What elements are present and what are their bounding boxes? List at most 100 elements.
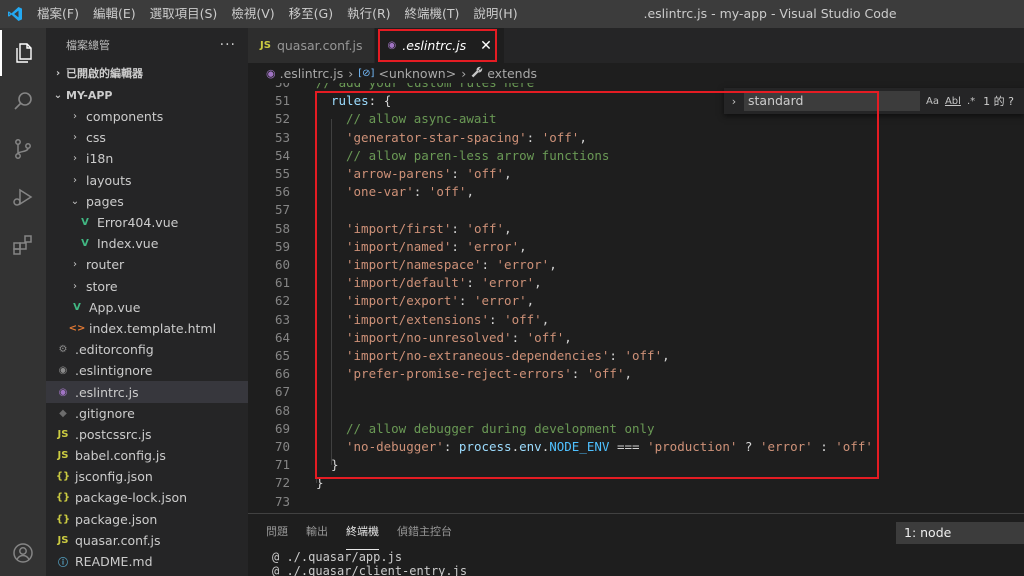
chevron-right-icon: ›	[73, 280, 77, 292]
line-number: 66	[274, 366, 290, 382]
tree-item[interactable]: › layouts	[46, 170, 248, 191]
menu-item[interactable]: 檔案(F)	[30, 0, 86, 28]
terminal-select[interactable]: 1: node	[896, 522, 1024, 544]
menu-item[interactable]: 編輯(E)	[86, 0, 143, 28]
terminal-line: @ ./.quasar/client-entry.js	[272, 564, 468, 576]
project-label: MY-APP	[66, 88, 113, 102]
run-debug-icon[interactable]	[0, 174, 46, 220]
code-line: 63 'import/extensions': 'off',	[248, 311, 1024, 329]
code-line: 57	[248, 201, 1024, 219]
tree-item[interactable]: › i18n	[46, 148, 248, 169]
panel-tab[interactable]: 終端機	[346, 514, 379, 550]
variable-icon: [⊘]	[358, 67, 375, 79]
tree-item[interactable]: <> index.template.html	[46, 318, 248, 339]
vscode-logo-icon[interactable]	[0, 0, 30, 28]
code-editor[interactable]: 50 // add your custom rules here 51 rules: …	[248, 83, 1024, 513]
menu-item[interactable]: 說明(H)	[466, 0, 524, 28]
tree-item[interactable]: › css	[46, 127, 248, 148]
explorer-icon[interactable]	[0, 30, 46, 76]
code-line: 65 'import/no-extraneous-dependencies': '…	[248, 347, 1024, 365]
tree-item[interactable]: JS .postcssrc.js	[46, 424, 248, 445]
use-regex-toggle[interactable]: .*	[967, 96, 975, 107]
line-number: 67	[274, 384, 290, 400]
breadcrumb-member[interactable]: extends	[487, 66, 537, 81]
find-input[interactable]: standard	[744, 91, 920, 111]
code-line: 72}	[248, 474, 1024, 492]
panel-tab[interactable]: 輸出	[306, 514, 328, 550]
menu-item[interactable]: 終端機(T)	[398, 0, 467, 28]
tree-item[interactable]: {} jsconfig.json	[46, 466, 248, 487]
close-tab-icon[interactable]: ✕	[480, 38, 492, 54]
match-whole-word-toggle[interactable]: Abl	[945, 96, 961, 107]
tree-item[interactable]: JS babel.config.js	[46, 445, 248, 466]
line-number: 69	[274, 420, 290, 436]
file-type-icon: JS	[57, 534, 69, 546]
tree-item[interactable]: V App.vue	[46, 297, 248, 318]
more-actions-icon[interactable]: ···	[220, 37, 236, 53]
tree-item[interactable]: › components	[46, 106, 248, 127]
tree-item[interactable]: ◉ .eslintignore	[46, 360, 248, 381]
tab-quasar-conf[interactable]: JS quasar.conf.js	[248, 28, 376, 63]
line-content: // allow async-await	[346, 111, 497, 127]
line-content: // add your custom rules here	[316, 83, 534, 92]
tree-item[interactable]: {} package.json	[46, 509, 248, 530]
line-content: 'arrow-parens': 'off',	[346, 166, 512, 181]
extensions-icon[interactable]	[0, 222, 46, 268]
tree-item[interactable]: ⓘ README.md	[46, 551, 248, 572]
line-number: 70	[274, 439, 290, 454]
breadcrumb-file[interactable]: .eslintrc.js	[280, 66, 344, 81]
search-icon[interactable]	[0, 78, 46, 124]
menu-item[interactable]: 檢視(V)	[224, 0, 281, 28]
line-content: 'one-var': 'off',	[346, 184, 474, 200]
line-content: 'generator-star-spacing': 'off',	[346, 129, 587, 145]
tree-item[interactable]: {} package-lock.json	[46, 487, 248, 508]
editor-tab-bar: JS quasar.conf.js ◉ .eslintrc.js ✕	[248, 28, 1024, 63]
code-line: 67	[248, 383, 1024, 401]
line-number: 53	[274, 129, 290, 145]
find-widget: › standard Aa Abl .* 1 的 ?	[724, 88, 1024, 114]
terminal-output[interactable]: @ ./.quasar/app.js @ ./.quasar/client-ent…	[248, 550, 1024, 576]
tree-item-label: router	[86, 257, 125, 273]
chevron-right-icon: ›	[73, 153, 77, 165]
code-line: 59 'import/named': 'error',	[248, 238, 1024, 256]
breadcrumb-symbol[interactable]: <unknown>	[378, 66, 456, 81]
file-type-icon: V	[73, 301, 81, 313]
panel-tab[interactable]: 問題	[266, 514, 288, 550]
tree-item[interactable]: V Index.vue	[46, 233, 248, 254]
account-icon[interactable]	[0, 530, 46, 576]
chevron-right-icon: ›	[73, 111, 77, 123]
file-type-icon: ◆	[59, 407, 67, 419]
tree-item[interactable]: ⚙ .editorconfig	[46, 339, 248, 360]
menu-item[interactable]: 移至(G)	[282, 0, 340, 28]
tree-item[interactable]: ◆ .gitignore	[46, 403, 248, 424]
file-type-icon: ◉	[58, 386, 68, 398]
line-content: 'import/namespace': 'error',	[346, 257, 557, 272]
code-line: 73	[248, 493, 1024, 511]
file-type-icon: {}	[55, 513, 71, 525]
match-case-toggle[interactable]: Aa	[926, 96, 939, 107]
menu-item[interactable]: 選取項目(S)	[143, 0, 225, 28]
panel-tab[interactable]: 偵錯主控台	[397, 514, 452, 550]
toggle-replace-icon[interactable]: ›	[724, 95, 744, 108]
code-line: 54 // allow paren-less arrow functions	[248, 147, 1024, 165]
find-match-count: 1 的 ?	[983, 95, 1014, 108]
tree-item[interactable]: ◉ .eslintrc.js	[46, 381, 248, 403]
tree-item-label: package.json	[75, 511, 158, 527]
menu-item[interactable]: 執行(R)	[340, 0, 397, 28]
tab-eslintrc[interactable]: ◉ .eslintrc.js ✕	[375, 28, 505, 63]
tree-item-label: Index.vue	[97, 236, 159, 252]
tree-item-label: .gitignore	[75, 405, 135, 421]
line-number: 61	[274, 275, 290, 291]
tree-item[interactable]: V Error404.vue	[46, 212, 248, 233]
js-file-icon: JS	[260, 40, 271, 51]
project-section[interactable]: ⌄ MY-APP	[46, 84, 248, 106]
tree-item-label: store	[86, 278, 118, 294]
open-editors-section[interactable]: › 已開啟的編輯器	[46, 62, 248, 84]
tree-item[interactable]: › store	[46, 276, 248, 297]
file-type-icon: {}	[55, 471, 71, 483]
tree-item-label: .postcssrc.js	[75, 426, 152, 442]
tree-item[interactable]: ⌄ pages	[46, 191, 248, 212]
tree-item[interactable]: › router	[46, 254, 248, 275]
source-control-icon[interactable]	[0, 126, 46, 172]
tree-item[interactable]: JS quasar.conf.js	[46, 530, 248, 551]
